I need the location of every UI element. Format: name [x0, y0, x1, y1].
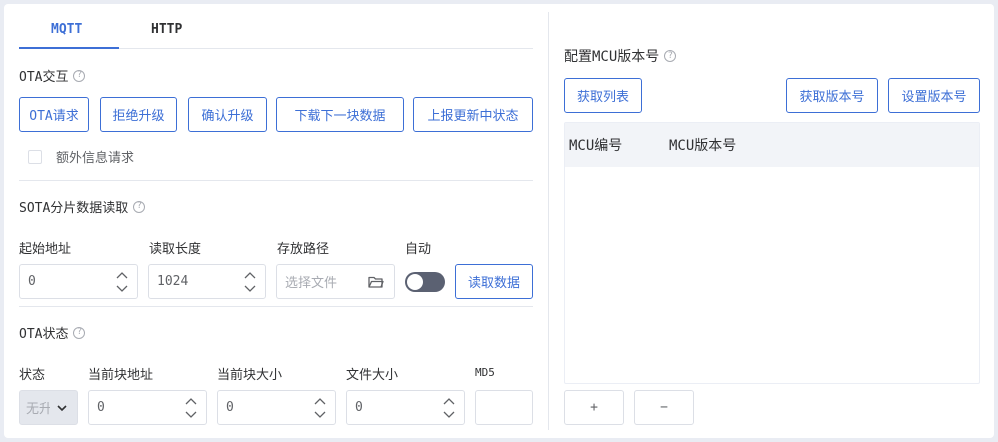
read-length-label: 读取长度	[149, 242, 202, 257]
ota-interaction-title: OTA交互 ?	[19, 66, 86, 85]
chevron-down-icon	[57, 405, 67, 412]
stepper-controls	[184, 395, 198, 421]
chevron-down-icon[interactable]	[313, 409, 327, 421]
auto-label: 自动	[405, 242, 432, 257]
main-panel: MQTT HTTP OTA交互 ? OTA请求 拒绝升级 确认升级 下载下一块数…	[4, 4, 994, 438]
file-size-label: 文件大小	[346, 368, 399, 383]
status-select[interactable]: 无升	[19, 390, 78, 425]
column-header-mcu-id: MCU编号	[569, 138, 623, 154]
help-icon[interactable]: ?	[73, 69, 86, 82]
get-version-button[interactable]: 获取版本号	[786, 78, 878, 113]
sota-title-text: SOTA分片数据读取	[19, 201, 129, 216]
reject-upgrade-button[interactable]: 拒绝升级	[100, 97, 177, 132]
start-address-stepper[interactable]: 0	[19, 264, 138, 299]
tab-mqtt[interactable]: MQTT	[51, 22, 82, 37]
chevron-down-icon[interactable]	[115, 283, 129, 295]
chevron-down-icon[interactable]	[243, 283, 257, 295]
extra-info-checkbox[interactable]	[28, 149, 42, 164]
chevron-up-icon[interactable]	[184, 395, 198, 407]
download-next-block-button[interactable]: 下载下一块数据	[276, 97, 404, 132]
file-size-stepper[interactable]: 0	[346, 390, 465, 425]
storage-path-label: 存放路径	[277, 242, 330, 257]
storage-path-input[interactable]: 选择文件	[276, 264, 395, 299]
current-block-size-label: 当前块大小	[217, 368, 283, 383]
help-icon[interactable]: ?	[133, 200, 146, 213]
current-block-size-stepper[interactable]: 0	[217, 390, 336, 425]
ota-request-button[interactable]: OTA请求	[19, 97, 89, 132]
divider	[19, 306, 533, 307]
status-select-value: 无升	[26, 402, 50, 417]
table-header: MCU编号 MCU版本号	[565, 123, 979, 167]
chevron-up-icon[interactable]	[442, 395, 456, 407]
stepper-controls	[243, 269, 257, 295]
current-block-address-label: 当前块地址	[88, 368, 154, 383]
tab-http[interactable]: HTTP	[151, 22, 182, 37]
md5-label: MD5	[475, 366, 495, 379]
stepper-controls	[115, 269, 129, 295]
extra-info-checkbox-label: 额外信息请求	[56, 151, 135, 166]
confirm-upgrade-button[interactable]: 确认升级	[188, 97, 267, 132]
read-length-stepper[interactable]: 1024	[148, 264, 266, 299]
chevron-up-icon[interactable]	[243, 269, 257, 281]
start-address-label: 起始地址	[19, 242, 72, 257]
toggle-knob	[407, 274, 423, 290]
column-divider	[548, 12, 549, 430]
stepper-controls	[442, 395, 456, 421]
ota-status-title: OTA状态 ?	[19, 323, 86, 342]
md5-input[interactable]	[475, 390, 533, 425]
chevron-up-icon[interactable]	[313, 395, 327, 407]
chevron-down-icon[interactable]	[184, 409, 198, 421]
mcu-version-table: MCU编号 MCU版本号	[564, 122, 980, 384]
column-header-mcu-version: MCU版本号	[669, 138, 737, 154]
help-icon[interactable]: ?	[664, 50, 677, 62]
ota-status-title-text: OTA状态	[19, 327, 69, 342]
set-version-button[interactable]: 设置版本号	[888, 78, 980, 113]
mcu-config-title: 配置MCU版本号 ?	[564, 46, 677, 66]
read-data-button[interactable]: 读取数据	[455, 264, 533, 299]
remove-row-button[interactable]: −	[634, 390, 694, 425]
sota-title: SOTA分片数据读取 ?	[19, 197, 146, 216]
status-label: 状态	[19, 368, 46, 383]
auto-toggle[interactable]	[405, 272, 445, 292]
get-list-button[interactable]: 获取列表	[564, 78, 642, 113]
ota-interaction-title-text: OTA交互	[19, 70, 69, 85]
extra-info-checkbox-row[interactable]: 额外信息请求	[28, 147, 134, 166]
mcu-config-title-text: 配置MCU版本号	[564, 49, 660, 65]
tab-active-indicator	[19, 47, 119, 49]
chevron-down-icon[interactable]	[442, 409, 456, 421]
report-updating-status-button[interactable]: 上报更新中状态	[413, 97, 533, 132]
folder-icon[interactable]	[368, 275, 384, 289]
divider	[19, 180, 533, 181]
help-icon[interactable]: ?	[73, 326, 86, 339]
add-row-button[interactable]: +	[564, 390, 624, 425]
stepper-controls	[313, 395, 327, 421]
current-block-address-stepper[interactable]: 0	[88, 390, 207, 425]
chevron-up-icon[interactable]	[115, 269, 129, 281]
